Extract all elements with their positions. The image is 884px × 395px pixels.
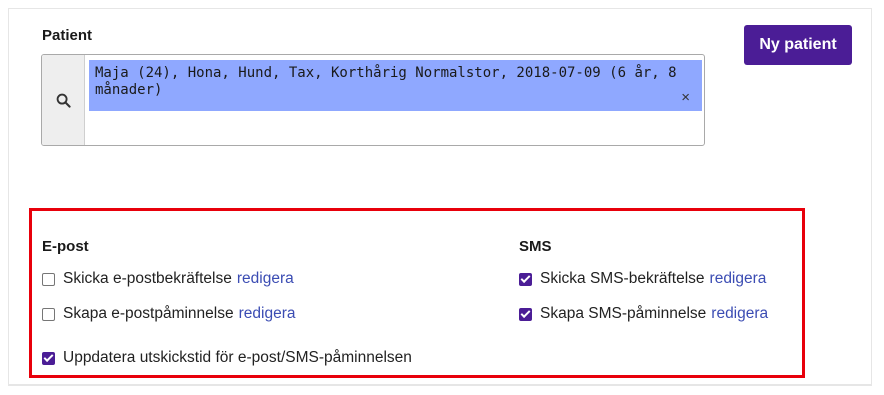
sms-confirmation-checkbox[interactable]: [519, 272, 532, 286]
new-patient-button[interactable]: Ny patient: [744, 25, 852, 65]
email-confirmation-label: Skicka e-postbekräftelse: [63, 270, 232, 287]
sms-confirmation-option[interactable]: Skicka SMS-bekräftelse redigera: [519, 270, 766, 288]
search-addon: [42, 55, 85, 145]
email-reminder-label: Skapa e-postpåminnelse: [63, 305, 234, 322]
selected-patient-text: Maja (24), Hona, Hund, Tax, Korthårig No…: [95, 65, 677, 98]
update-send-time-option[interactable]: Uppdatera utskickstid för e-post/SMS-påm…: [42, 349, 412, 367]
email-reminder-option[interactable]: Skapa e-postpåminnelse redigera: [42, 305, 295, 323]
email-heading: E-post: [42, 238, 89, 255]
sms-confirmation-edit-link[interactable]: redigera: [710, 270, 767, 288]
email-confirmation-checkbox[interactable]: [42, 272, 55, 286]
email-reminder-checkbox[interactable]: [42, 307, 55, 321]
patient-label: Patient: [42, 27, 93, 44]
sms-reminder-label: Skapa SMS-påminnelse: [540, 305, 707, 322]
update-send-time-checkbox[interactable]: [42, 351, 55, 365]
sms-reminder-edit-link[interactable]: redigera: [711, 305, 768, 323]
selected-patient-chip[interactable]: Maja (24), Hona, Hund, Tax, Korthårig No…: [89, 60, 702, 111]
sms-confirmation-label: Skicka SMS-bekräftelse: [540, 270, 705, 287]
sms-reminder-checkbox[interactable]: [519, 307, 532, 321]
sms-reminder-option[interactable]: Skapa SMS-påminnelse redigera: [519, 305, 768, 323]
email-confirmation-option[interactable]: Skicka e-postbekräftelse redigera: [42, 270, 294, 288]
patient-select[interactable]: Maja (24), Hona, Hund, Tax, Korthårig No…: [41, 54, 705, 146]
update-send-time-label: Uppdatera utskickstid för e-post/SMS-påm…: [63, 349, 412, 366]
email-confirmation-edit-link[interactable]: redigera: [237, 270, 294, 288]
remove-patient-icon[interactable]: ×: [681, 90, 690, 105]
sms-heading: SMS: [519, 238, 552, 255]
search-icon: [56, 93, 71, 108]
email-reminder-edit-link[interactable]: redigera: [239, 305, 296, 323]
